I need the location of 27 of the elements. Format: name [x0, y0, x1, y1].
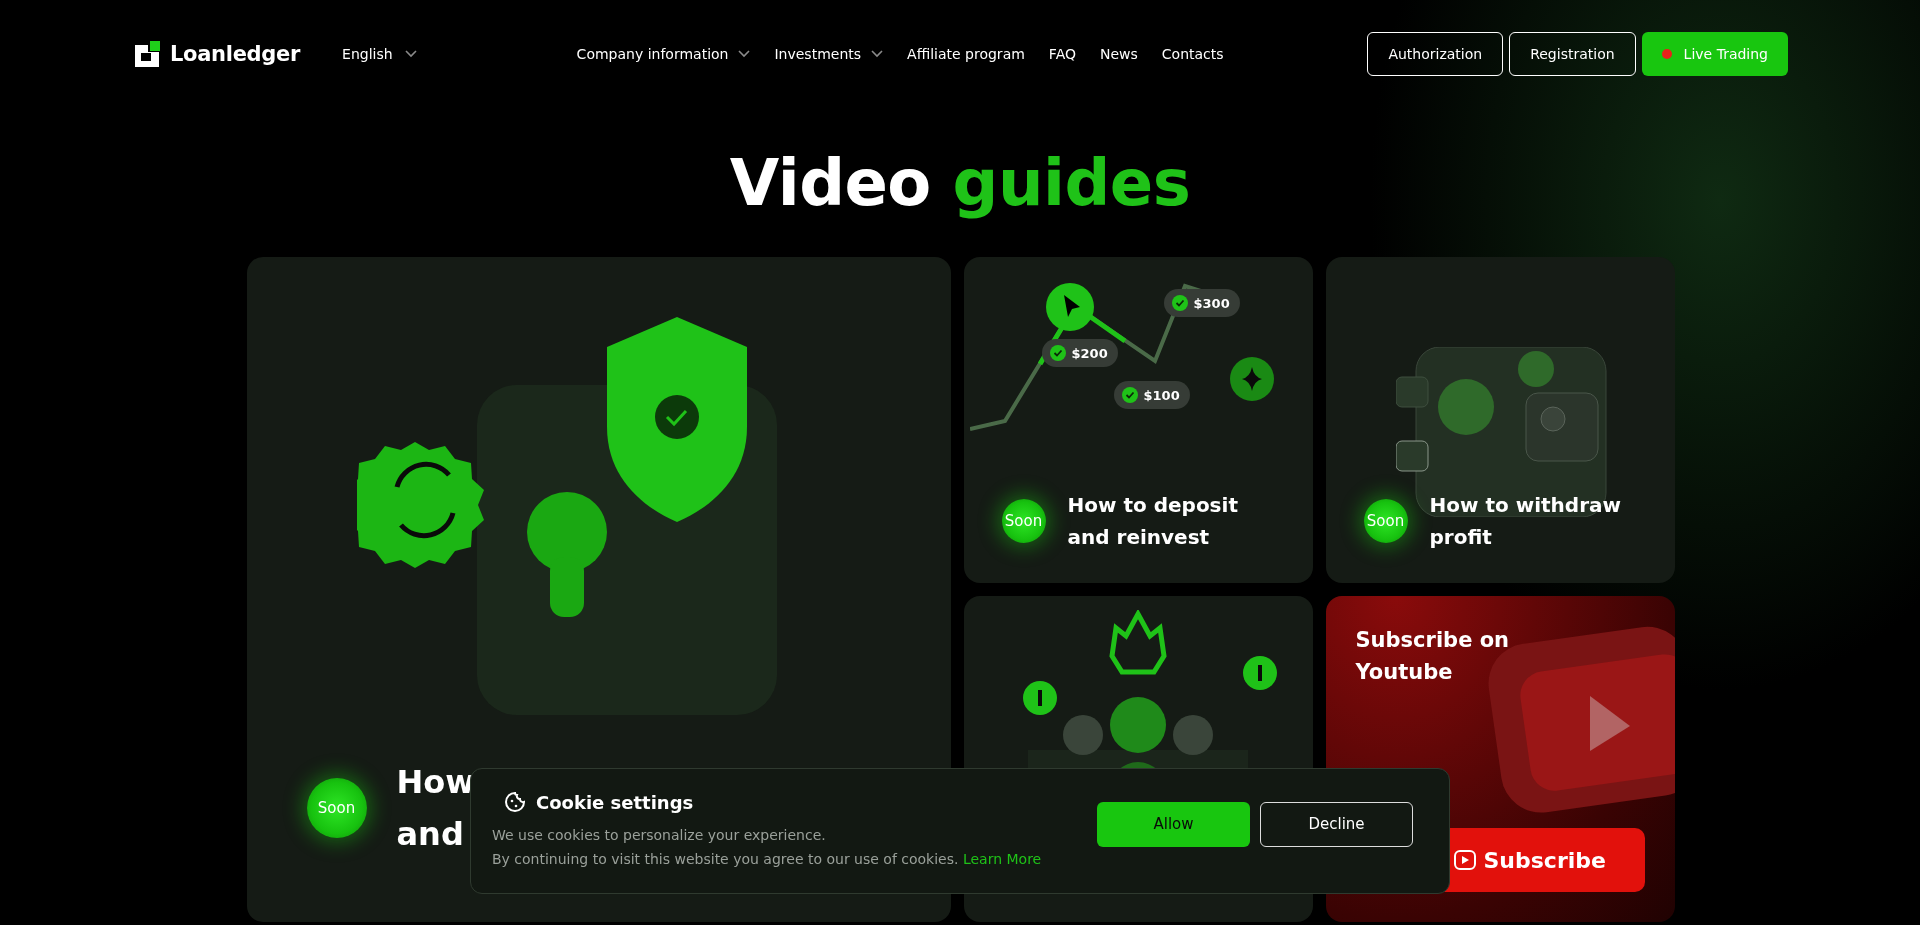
nav-link[interactable]: News	[1100, 46, 1138, 62]
language-selector[interactable]: English	[342, 46, 417, 62]
allow-button[interactable]: Allow	[1097, 801, 1250, 847]
card-title: and	[396, 814, 464, 855]
soon-badge: Soon	[1363, 499, 1408, 543]
nav-link[interactable]: Affiliate program	[907, 46, 1025, 62]
page-heading: Video guides	[729, 145, 1191, 220]
soon-badge: Soon	[1001, 499, 1046, 543]
amount-tag: $300	[1163, 289, 1240, 317]
card-title: How to deposit and reinvest	[1067, 492, 1239, 551]
header-button[interactable]: Authorization	[1367, 32, 1504, 76]
nav-link[interactable]: Contacts	[1161, 46, 1224, 62]
learn-more-link[interactable]: Learn More	[962, 851, 1042, 867]
nav-dropdown[interactable]: Investments	[774, 46, 884, 62]
card-title: How	[396, 762, 475, 803]
header-button[interactable]: Registration	[1509, 32, 1636, 76]
nav-link[interactable]: FAQ	[1048, 46, 1076, 62]
nav-dropdown[interactable]: Company information	[576, 46, 751, 62]
decline-button[interactable]: Decline	[1260, 801, 1413, 847]
amount-tag: $200	[1041, 339, 1118, 367]
card-title: Subscribe on Youtube	[1355, 627, 1511, 686]
amount-tag: $100	[1113, 381, 1190, 409]
logo-text[interactable]: Loanledger	[170, 42, 301, 66]
card-title: How to withdraw profit	[1429, 492, 1622, 551]
cookie-notice: We use cookies to personalize your experience. By continuing to visit this website you agree to our use of cookies. Learn More	[492, 826, 1043, 869]
soon-badge: Soon	[306, 778, 367, 838]
cookie-title: Cookie settings	[536, 791, 694, 813]
